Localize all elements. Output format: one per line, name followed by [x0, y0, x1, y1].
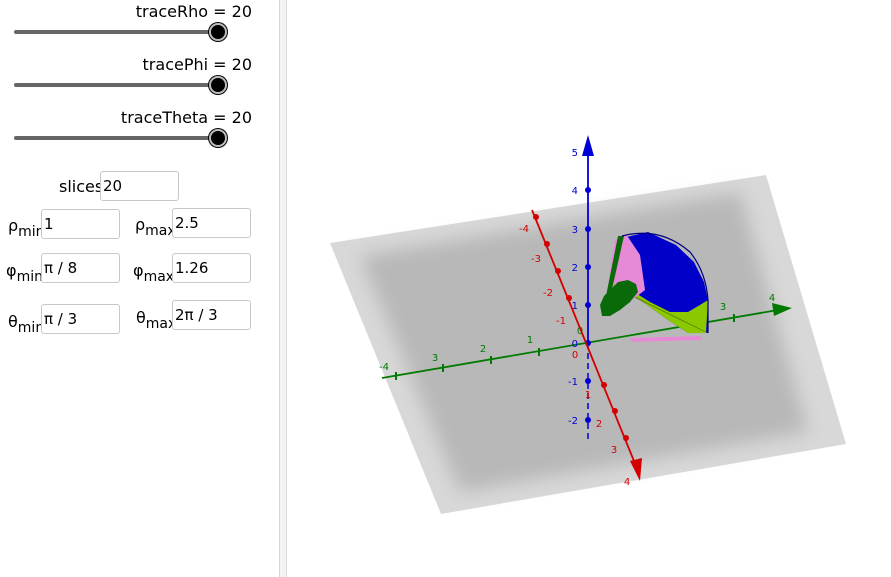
x-tick-label: 2 — [596, 419, 602, 430]
x-tick-label: -2 — [543, 288, 553, 299]
x-tick-point — [601, 382, 607, 388]
y-tick-label: -4 — [379, 362, 389, 373]
x-tick-point — [544, 241, 550, 247]
x-tick-label: 1 — [585, 390, 591, 401]
x-tick-point — [623, 435, 629, 441]
x-tick-point — [533, 214, 539, 220]
slices-label: slices — [59, 177, 104, 196]
y-tick-label: 3 — [720, 302, 726, 313]
z-tick-label: 3 — [572, 225, 578, 236]
z-tick-point — [585, 226, 591, 232]
x-tick-label: 3 — [611, 445, 617, 456]
z-tick-point — [585, 378, 591, 384]
z-tick-label: 5 — [572, 148, 578, 159]
phi-max-label: φmax — [133, 261, 175, 285]
y-tick-label: 1 — [527, 335, 533, 346]
z-tick-label: 0 — [572, 339, 578, 350]
graphics-3d-view[interactable]: -4 3 2 1 0 3 4 5 4 3 2 1 0 -1 -2 -4 -3 -2 -1 0 1 2 3 4 — [288, 0, 891, 577]
slices-input[interactable]: 20 — [100, 171, 179, 201]
z-tick-point — [585, 302, 591, 308]
x-tick-label: -1 — [556, 316, 566, 327]
slider-track[interactable] — [14, 83, 218, 87]
phi-min-label: φmin — [6, 261, 43, 285]
z-tick-point — [585, 264, 591, 270]
phi-max-input[interactable]: 1.26 — [172, 253, 251, 283]
slider-knob[interactable] — [209, 76, 227, 94]
slider-knob[interactable] — [209, 129, 227, 147]
slider-trace-rho[interactable]: traceRho = 20 — [0, 2, 270, 52]
y-tick-label: 3 — [432, 353, 438, 364]
y-tick-label: 2 — [480, 344, 486, 355]
slider-label: tracePhi = 20 — [142, 55, 252, 74]
rho-min-label: ρmin — [8, 216, 45, 240]
slider-trace-phi[interactable]: tracePhi = 20 — [0, 55, 270, 105]
phi-min-input[interactable]: π / 8 — [41, 253, 120, 283]
x-tick-label: -4 — [519, 224, 529, 235]
z-tick-point — [585, 149, 591, 155]
z-tick-label: -1 — [568, 377, 578, 388]
x-tick-point — [612, 408, 618, 414]
panel-divider[interactable] — [280, 0, 287, 577]
slider-label: traceRho = 20 — [135, 2, 252, 21]
z-tick-point — [585, 187, 591, 193]
y-tick-label: 4 — [769, 293, 775, 304]
z-tick-label: 4 — [572, 186, 578, 197]
x-tick-point — [566, 295, 572, 301]
theta-min-label: θmin — [8, 312, 45, 336]
rho-max-input[interactable]: 2.5 — [172, 208, 251, 238]
slider-trace-theta[interactable]: traceTheta = 20 — [0, 108, 270, 158]
algebra-panel: traceRho = 20 tracePhi = 20 traceTheta =… — [0, 0, 280, 577]
x-tick-label: 4 — [624, 477, 630, 488]
rho-min-input[interactable]: 1 — [41, 209, 120, 239]
theta-max-label: θmax — [136, 308, 177, 332]
slider-label: traceTheta = 20 — [120, 108, 252, 127]
slider-knob[interactable] — [209, 23, 227, 41]
z-tick-label: 2 — [572, 263, 578, 274]
slider-track[interactable] — [14, 136, 218, 140]
x-tick-label: 0 — [572, 350, 578, 361]
slider-track[interactable] — [14, 30, 218, 34]
z-tick-label: -2 — [568, 416, 578, 427]
x-tick-point — [555, 268, 561, 274]
theta-min-input[interactable]: π / 3 — [41, 304, 120, 334]
rho-max-label: ρmax — [135, 215, 176, 239]
scene-svg[interactable]: -4321034 543210-1-2 -4-3-2-101234 — [288, 0, 891, 577]
theta-max-input[interactable]: 2π / 3 — [172, 300, 251, 330]
z-tick-point — [585, 417, 591, 423]
x-tick-label: -3 — [531, 254, 541, 265]
